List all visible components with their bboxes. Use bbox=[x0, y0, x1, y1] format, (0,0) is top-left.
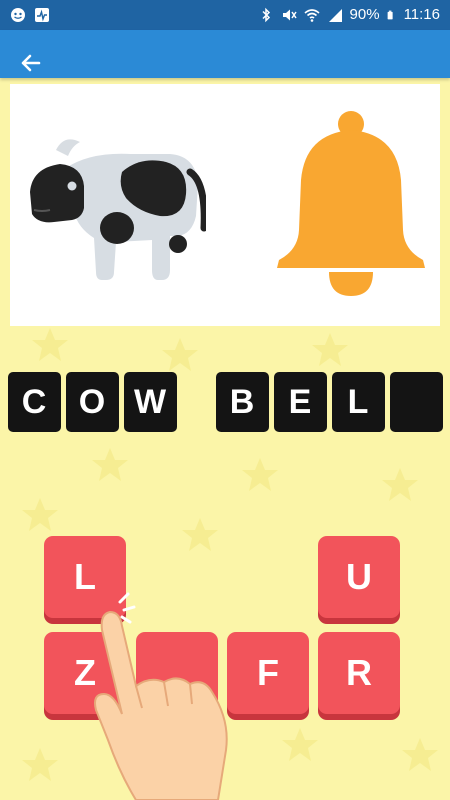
app-notification-icon bbox=[11, 8, 25, 22]
letter-key[interactable]: L bbox=[44, 536, 126, 618]
arrow-left-icon bbox=[21, 54, 41, 72]
letter-key[interactable]: U bbox=[318, 536, 400, 618]
puzzle-card bbox=[10, 84, 440, 326]
wifi-icon bbox=[304, 8, 320, 22]
answer-tile-empty[interactable] bbox=[390, 372, 443, 432]
answer-tile[interactable]: E bbox=[274, 372, 327, 432]
letter-key[interactable]: R bbox=[318, 632, 400, 714]
mute-icon bbox=[282, 9, 297, 20]
letter-key[interactable] bbox=[136, 632, 218, 714]
answer-tile[interactable]: L bbox=[332, 372, 385, 432]
cow-emoji bbox=[30, 139, 206, 280]
answer-tile[interactable]: O bbox=[66, 372, 119, 432]
status-bar: 90% 11:16 bbox=[0, 0, 450, 30]
bell-emoji bbox=[277, 111, 425, 296]
letter-key[interactable]: Z bbox=[44, 632, 126, 714]
battery-icon bbox=[387, 10, 393, 19]
answer-tile[interactable]: C bbox=[8, 372, 61, 432]
answer-tile[interactable]: B bbox=[216, 372, 269, 432]
activity-notification-icon bbox=[35, 8, 49, 22]
app-bar bbox=[0, 30, 450, 78]
answer-tile[interactable]: W bbox=[124, 372, 177, 432]
answer-word-2: B E L bbox=[216, 372, 444, 432]
clock: 11:16 bbox=[403, 6, 440, 23]
letter-key[interactable]: F bbox=[227, 632, 309, 714]
bluetooth-icon bbox=[262, 7, 270, 22]
signal-icon bbox=[328, 8, 342, 22]
battery-percent: 90% bbox=[349, 6, 380, 23]
answer-word-1: C O W bbox=[8, 372, 178, 432]
back-button[interactable] bbox=[18, 50, 48, 80]
